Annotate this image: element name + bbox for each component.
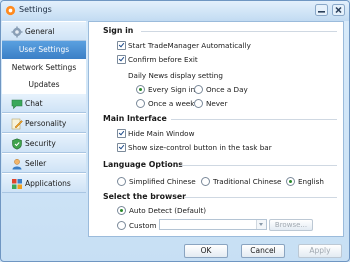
minimize-icon[interactable] bbox=[315, 4, 328, 16]
section-divider bbox=[181, 165, 337, 166]
sidebar-category-label: Seller bbox=[25, 159, 47, 168]
settings-app-icon bbox=[5, 5, 16, 16]
daily-news-option-label: Every Sign in bbox=[148, 85, 196, 94]
sidebar-category-label: General bbox=[25, 27, 55, 36]
section-divider bbox=[171, 119, 337, 120]
sidebar-item-user-settings[interactable]: User Settings bbox=[2, 41, 86, 59]
apply-button[interactable]: Apply bbox=[298, 244, 342, 258]
daily-news-once-a-day-radio[interactable] bbox=[194, 85, 203, 94]
sidebar-category-applications[interactable]: Applications bbox=[2, 173, 86, 193]
sidebar-category-general[interactable]: General bbox=[2, 21, 86, 41]
section-header-language-options: Language Options bbox=[103, 160, 183, 169]
close-icon[interactable] bbox=[332, 4, 345, 16]
browse-button[interactable]: Browse... bbox=[269, 219, 313, 231]
section-header-sign-in: Sign in bbox=[103, 26, 134, 35]
section-header-main-interface: Main Interface bbox=[103, 114, 167, 123]
settings-sidebar: General User Settings Network Settings U… bbox=[2, 21, 86, 236]
sidebar-category-personality[interactable]: Personality bbox=[2, 113, 86, 133]
language-option-label: Traditional Chinese bbox=[213, 177, 282, 186]
sidebar-item-updates[interactable]: Updates bbox=[2, 77, 86, 93]
sidebar-category-label: Chat bbox=[25, 99, 43, 108]
language-option-label: English bbox=[298, 177, 324, 186]
confirm-exit-label: Confirm before Exit bbox=[128, 55, 198, 64]
sidebar-item-label: Network Settings bbox=[11, 63, 77, 72]
start-automatically-label: Start TradeManager Automatically bbox=[128, 41, 251, 50]
person-icon bbox=[12, 158, 22, 170]
window-title: Settings bbox=[19, 5, 52, 14]
daily-news-once-a-week-radio[interactable] bbox=[136, 99, 145, 108]
language-english-radio[interactable] bbox=[286, 177, 295, 186]
sidebar-category-label: Security bbox=[25, 139, 56, 148]
language-traditional-chinese-radio[interactable] bbox=[201, 177, 210, 186]
language-option-label: Simplified Chinese bbox=[129, 177, 196, 186]
sidebar-category-seller[interactable]: Seller bbox=[2, 153, 86, 173]
sidebar-category-label: Applications bbox=[25, 179, 71, 188]
browser-auto-detect-radio[interactable] bbox=[117, 206, 126, 215]
chat-bubble-icon bbox=[11, 99, 23, 110]
gear-icon bbox=[11, 26, 23, 38]
cancel-button[interactable]: Cancel bbox=[241, 244, 285, 258]
daily-news-label: Daily News display setting bbox=[128, 71, 223, 80]
settings-content-panel: Sign in Start TradeManager Automatically… bbox=[88, 21, 344, 237]
browser-custom-radio[interactable] bbox=[117, 221, 126, 230]
sidebar-category-label: Personality bbox=[25, 119, 67, 128]
browser-auto-detect-label: Auto Detect (Default) bbox=[129, 206, 207, 215]
hide-main-window-checkbox[interactable] bbox=[117, 129, 126, 138]
applications-icon bbox=[12, 179, 22, 189]
show-size-control-label: Show size-control button in the task bar bbox=[128, 143, 272, 152]
hide-main-window-label: Hide Main Window bbox=[128, 129, 195, 138]
daily-news-every-sign-in-radio[interactable] bbox=[136, 85, 145, 94]
sidebar-item-label: User Settings bbox=[18, 45, 70, 54]
custom-browser-combo[interactable] bbox=[159, 219, 267, 230]
settings-window: Settings General User Settings Network S… bbox=[0, 0, 350, 262]
sidebar-category-chat[interactable]: Chat bbox=[2, 93, 86, 113]
chevron-down-icon[interactable] bbox=[256, 220, 266, 229]
sidebar-item-network-settings[interactable]: Network Settings bbox=[2, 59, 86, 77]
daily-news-option-label: Never bbox=[206, 99, 228, 108]
browser-custom-label: Custom bbox=[129, 221, 157, 230]
language-simplified-chinese-radio[interactable] bbox=[117, 177, 126, 186]
show-size-control-checkbox[interactable] bbox=[117, 143, 126, 152]
sidebar-category-security[interactable]: Security bbox=[2, 133, 86, 153]
title-bar[interactable]: Settings bbox=[1, 1, 349, 21]
pencil-icon bbox=[11, 118, 23, 130]
ok-button[interactable]: OK bbox=[184, 244, 228, 258]
section-divider bbox=[141, 31, 337, 32]
start-automatically-checkbox[interactable] bbox=[117, 41, 126, 50]
section-header-select-browser: Select the browser bbox=[103, 192, 186, 201]
confirm-exit-checkbox[interactable] bbox=[117, 55, 126, 64]
sidebar-item-label: Updates bbox=[28, 80, 60, 89]
shield-icon bbox=[12, 138, 22, 150]
daily-news-option-label: Once a week bbox=[148, 99, 195, 108]
daily-news-never-radio[interactable] bbox=[194, 99, 203, 108]
daily-news-option-label: Once a Day bbox=[206, 85, 248, 94]
section-divider bbox=[185, 197, 337, 198]
